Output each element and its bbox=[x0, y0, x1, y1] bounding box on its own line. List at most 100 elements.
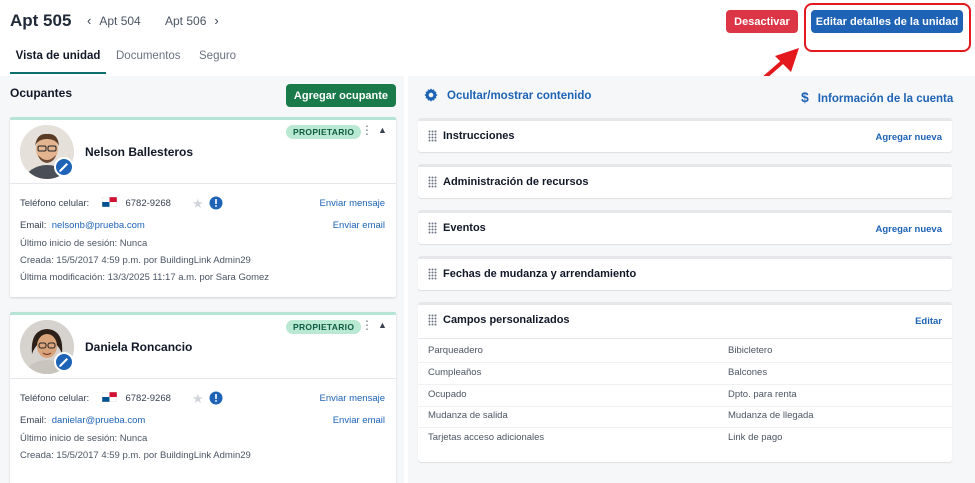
send-message-link[interactable]: Enviar mensaje bbox=[320, 393, 385, 404]
section-title: Campos personalizados bbox=[443, 314, 570, 326]
send-message-link[interactable]: Enviar mensaje bbox=[320, 198, 385, 209]
email-label: Email: bbox=[20, 415, 47, 426]
account-info-button[interactable]: $ Información de la cuenta bbox=[801, 89, 953, 105]
email-link[interactable]: nelsonb@prueba.com bbox=[52, 220, 145, 231]
occupants-title: Ocupantes bbox=[10, 86, 73, 100]
unit-tabs: Vista de unidad Documentos Seguro bbox=[0, 42, 400, 76]
unit-info-panel: Ocultar/mostrar contenido $ Información d… bbox=[408, 76, 975, 483]
section-title: Instrucciones bbox=[443, 130, 515, 142]
chevron-left-icon: ‹ bbox=[87, 13, 92, 28]
star-icon[interactable]: ★ bbox=[192, 391, 204, 407]
occupant-card-header: Daniela Roncancio PROPIETARIO ⋮ ▲ bbox=[10, 315, 396, 379]
custom-field-label: Mudanza de salida bbox=[428, 410, 508, 421]
drag-handle-icon[interactable] bbox=[428, 314, 437, 326]
custom-field-label: Ocupado bbox=[428, 389, 467, 400]
tab-documents[interactable]: Documentos bbox=[116, 50, 181, 74]
account-info-label: Información de la cuenta bbox=[817, 93, 954, 105]
drag-handle-icon[interactable] bbox=[428, 176, 437, 188]
occupant-details: Teléfono celular: 6782-9268 ★ Enviar men… bbox=[10, 184, 396, 294]
phone-number: 6782-9268 bbox=[125, 198, 171, 209]
custom-field-label: Balcones bbox=[728, 367, 768, 378]
email-row: Email: nelsonb@prueba.com bbox=[20, 220, 145, 231]
phone-label: Teléfono celular: bbox=[20, 393, 90, 404]
panama-flag-icon bbox=[101, 197, 117, 208]
custom-field-label: Mudanza de llegada bbox=[728, 410, 814, 421]
last-login-text: Último inicio de sesión: Nunca bbox=[20, 238, 148, 249]
divider bbox=[418, 362, 952, 363]
section-title: Eventos bbox=[443, 222, 486, 234]
page-header: Apt 505 ‹ Apt 504 Apt 506 › Desactivar Edi… bbox=[0, 0, 975, 100]
drag-handle-icon[interactable] bbox=[428, 130, 437, 142]
section-instructions: Instrucciones Agregar nueva bbox=[418, 118, 952, 152]
tab-insurance[interactable]: Seguro bbox=[199, 50, 236, 74]
custom-field-label: Bibicletero bbox=[728, 345, 773, 356]
toggle-content-label: Ocultar/mostrar contenido bbox=[447, 90, 592, 103]
email-link[interactable]: danielar@prueba.com bbox=[52, 415, 146, 426]
add-event-link[interactable]: Agregar nueva bbox=[875, 224, 942, 235]
occupants-panel: Ocupantes Agregar ocupante Nelson Balles… bbox=[0, 76, 404, 483]
pencil-icon bbox=[59, 358, 68, 367]
drag-handle-icon[interactable] bbox=[428, 268, 437, 280]
custom-field-label: Tarjetas acceso adicionales bbox=[428, 432, 545, 443]
gear-icon bbox=[424, 88, 438, 102]
email-label: Email: bbox=[20, 220, 47, 231]
edit-avatar-button[interactable] bbox=[54, 157, 74, 177]
occupant-card: Nelson Ballesteros PROPIETARIO ⋮ ▲ Teléf… bbox=[10, 117, 396, 297]
more-options-icon[interactable]: ⋮ bbox=[361, 123, 373, 137]
edit-avatar-button[interactable] bbox=[54, 352, 74, 372]
occupant-name[interactable]: Nelson Ballesteros bbox=[85, 145, 193, 159]
created-text: Creada: 15/5/2017 4:59 p.m. por Building… bbox=[20, 450, 251, 461]
section-custom-fields: Campos personalizados Editar Parqueadero… bbox=[418, 302, 952, 462]
previous-unit-link[interactable]: ‹ Apt 504 bbox=[87, 13, 141, 28]
chevron-right-icon: › bbox=[214, 13, 219, 28]
star-icon[interactable]: ★ bbox=[192, 196, 204, 212]
occupant-name[interactable]: Daniela Roncancio bbox=[85, 340, 192, 354]
section-move-dates: Fechas de mudanza y arrendamiento bbox=[418, 256, 952, 290]
deactivate-button[interactable]: Desactivar bbox=[726, 10, 798, 33]
custom-field-label: Link de pago bbox=[728, 432, 783, 443]
status-badge: PROPIETARIO bbox=[286, 125, 362, 139]
alert-badge-icon bbox=[209, 391, 223, 405]
dollar-icon: $ bbox=[801, 89, 809, 105]
drag-handle-icon[interactable] bbox=[428, 222, 437, 234]
highlight-box bbox=[804, 3, 971, 52]
more-options-icon[interactable]: ⋮ bbox=[361, 318, 373, 332]
phone-number: 6782-9268 bbox=[125, 393, 171, 404]
add-instruction-link[interactable]: Agregar nueva bbox=[875, 132, 942, 143]
send-email-link[interactable]: Enviar email bbox=[333, 220, 385, 231]
section-title: Administración de recursos bbox=[443, 176, 589, 188]
phone-row: Teléfono celular: 6782-9268 bbox=[20, 392, 171, 404]
email-row: Email: danielar@prueba.com bbox=[20, 415, 145, 426]
tab-unit-view[interactable]: Vista de unidad bbox=[10, 50, 106, 74]
next-unit-label: Apt 506 bbox=[165, 14, 207, 28]
status-badge: PROPIETARIO bbox=[286, 320, 362, 334]
send-email-link[interactable]: Enviar email bbox=[333, 415, 385, 426]
phone-row: Teléfono celular: 6782-9268 bbox=[20, 197, 171, 209]
edit-custom-fields-link[interactable]: Editar bbox=[915, 316, 942, 327]
occupant-card-header: Nelson Ballesteros PROPIETARIO ⋮ ▲ bbox=[10, 120, 396, 184]
page-title: Apt 505 bbox=[10, 11, 72, 30]
divider bbox=[418, 338, 952, 339]
collapse-icon[interactable]: ▲ bbox=[378, 125, 387, 135]
next-unit-link[interactable]: Apt 506 › bbox=[165, 13, 219, 28]
toggle-content-button[interactable]: Ocultar/mostrar contenido bbox=[424, 88, 592, 103]
modified-text: Última modificación: 13/3/2025 11:17 a.m… bbox=[20, 272, 270, 283]
occupant-card: Daniela Roncancio PROPIETARIO ⋮ ▲ Teléfo… bbox=[10, 312, 396, 483]
panama-flag-icon bbox=[101, 392, 117, 403]
divider bbox=[418, 406, 952, 407]
unit-page: Apt 505 ‹ Apt 504 Apt 506 › Desactivar Edi… bbox=[0, 0, 975, 483]
divider bbox=[418, 384, 952, 385]
alert-badge-icon bbox=[209, 196, 223, 210]
created-text: Creada: 15/5/2017 4:59 p.m. por Building… bbox=[20, 255, 251, 266]
previous-unit-label: Apt 504 bbox=[99, 14, 141, 28]
section-title: Fechas de mudanza y arrendamiento bbox=[443, 268, 637, 280]
custom-field-label: Dpto. para renta bbox=[728, 389, 797, 400]
section-resources: Administración de recursos bbox=[418, 164, 952, 198]
occupant-details: Teléfono celular: 6782-9268 ★ Enviar men… bbox=[10, 379, 396, 483]
pencil-icon bbox=[59, 163, 68, 172]
collapse-icon[interactable]: ▲ bbox=[378, 320, 387, 330]
last-login-text: Último inicio de sesión: Nunca bbox=[20, 433, 148, 444]
add-occupant-button[interactable]: Agregar ocupante bbox=[286, 84, 396, 107]
section-events: Eventos Agregar nueva bbox=[418, 210, 952, 244]
phone-label: Teléfono celular: bbox=[20, 198, 90, 209]
